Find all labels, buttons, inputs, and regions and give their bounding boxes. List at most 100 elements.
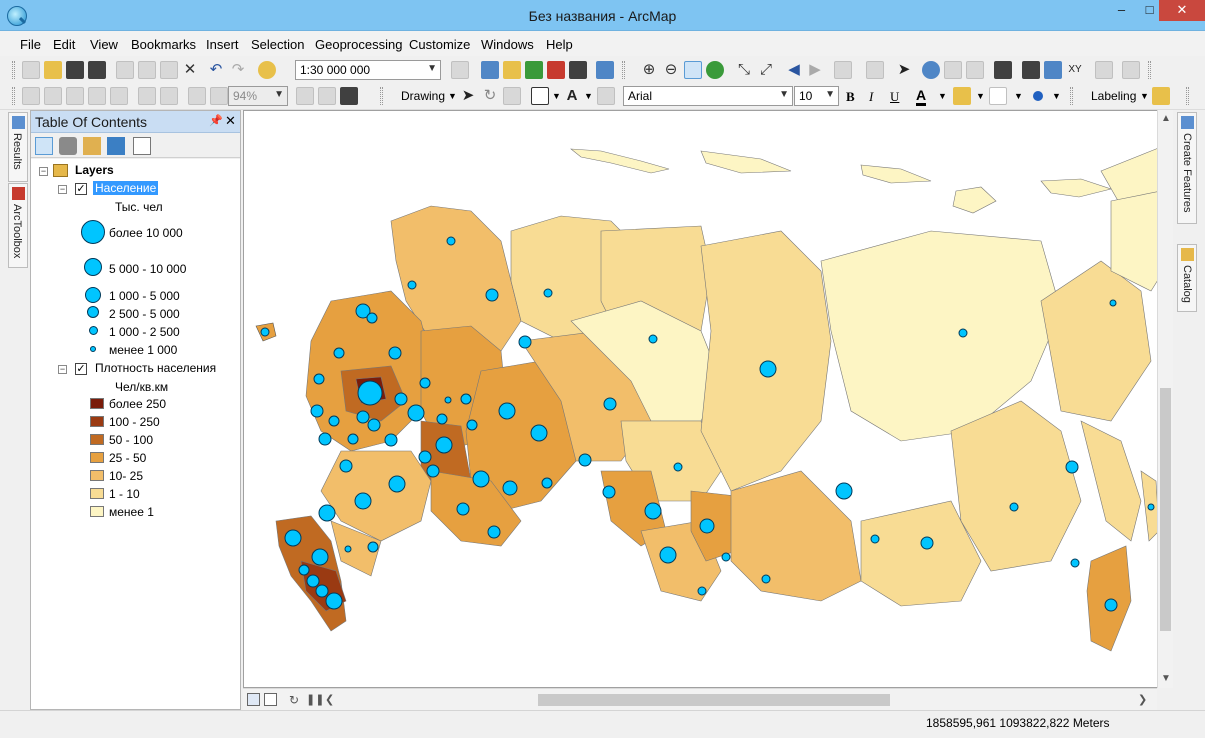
scroll-down-icon[interactable]: ▼: [1161, 673, 1171, 684]
forward-extent-icon[interactable]: ▶: [806, 61, 824, 79]
copy-icon[interactable]: [138, 61, 156, 79]
menu-bookmarks[interactable]: Bookmarks: [131, 37, 196, 52]
toggle-draft-mode-icon[interactable]: [296, 87, 314, 105]
list-by-selection-icon[interactable]: [107, 137, 125, 155]
change-layout-icon[interactable]: [340, 87, 358, 105]
open-folder-icon[interactable]: [44, 61, 62, 79]
create-features-tab[interactable]: Create Features: [1177, 112, 1197, 224]
table-of-contents-icon[interactable]: [481, 61, 499, 79]
select-elements-icon[interactable]: ➤: [895, 61, 913, 79]
list-by-drawing-order-icon[interactable]: [35, 137, 53, 155]
layout-zoom-select[interactable]: 94% ▼: [228, 86, 288, 106]
callout-icon[interactable]: [597, 87, 615, 105]
search-window-icon[interactable]: [525, 61, 543, 79]
rectangle-icon[interactable]: [531, 87, 549, 105]
print-icon[interactable]: [88, 61, 106, 79]
menu-windows[interactable]: Windows: [481, 37, 534, 52]
pan-icon[interactable]: [684, 61, 702, 79]
new-document-icon[interactable]: [22, 61, 40, 79]
collapse-icon[interactable]: −: [58, 185, 67, 194]
scroll-right-icon[interactable]: ❯: [1138, 693, 1147, 706]
layer-name-density[interactable]: Плотность населения: [95, 361, 216, 375]
rotate-icon[interactable]: ↻: [481, 87, 499, 105]
data-view-icon[interactable]: [247, 693, 260, 706]
delete-icon[interactable]: ✕: [181, 61, 199, 79]
menu-help[interactable]: Help: [546, 37, 573, 52]
chevron-down-icon[interactable]: ▼: [976, 91, 985, 101]
python-window-icon[interactable]: [569, 61, 587, 79]
previous-extent-layout-icon[interactable]: [188, 87, 206, 105]
chevron-down-icon[interactable]: ▼: [552, 91, 561, 101]
options-icon[interactable]: [133, 137, 151, 155]
layer-name-population[interactable]: Население: [93, 181, 159, 195]
find-icon[interactable]: [1022, 61, 1040, 79]
editor-toolbar-icon[interactable]: [451, 61, 469, 79]
find-route-icon[interactable]: [1044, 61, 1062, 79]
undo-icon[interactable]: ↶: [207, 61, 225, 79]
toolbar-grip[interactable]: [12, 61, 15, 79]
go-to-xy-icon[interactable]: XY: [1066, 61, 1084, 79]
menu-edit[interactable]: Edit: [53, 37, 75, 52]
collapse-icon[interactable]: −: [39, 167, 48, 176]
menu-selection[interactable]: Selection: [251, 37, 304, 52]
full-extent-icon[interactable]: [706, 61, 724, 79]
select-features-icon[interactable]: [834, 61, 852, 79]
toolbar-grip[interactable]: [380, 87, 383, 105]
map-scale-select[interactable]: 1:30 000 000 ▼: [295, 60, 441, 80]
layer-visibility-checkbox[interactable]: ✓: [75, 363, 87, 375]
save-icon[interactable]: [66, 61, 84, 79]
zoom-whole-page-icon[interactable]: [88, 87, 106, 105]
identify-icon[interactable]: [922, 61, 940, 79]
menu-file[interactable]: File: [20, 37, 41, 52]
next-extent-layout-icon[interactable]: [210, 87, 228, 105]
labeling-menu[interactable]: Labeling: [1091, 89, 1136, 103]
zoom-in-icon[interactable]: ⊕: [640, 61, 658, 79]
font-family-select[interactable]: Arial ▼: [623, 86, 793, 106]
toolbar-grip[interactable]: [1148, 61, 1151, 79]
select-elements-icon[interactable]: ➤: [459, 87, 477, 105]
layout-view-icon[interactable]: [264, 693, 277, 706]
fill-color-icon[interactable]: [953, 87, 971, 105]
back-extent-icon[interactable]: ◀: [785, 61, 803, 79]
model-builder-icon[interactable]: [596, 61, 614, 79]
chevron-down-icon[interactable]: ▼: [1052, 91, 1061, 101]
add-data-icon[interactable]: [258, 61, 276, 79]
minimize-button[interactable]: –: [1108, 0, 1135, 21]
close-icon[interactable]: ✕: [225, 114, 236, 128]
chevron-down-icon[interactable]: ▼: [1014, 91, 1023, 101]
horizontal-scroll-thumb[interactable]: [538, 694, 890, 706]
list-by-source-icon[interactable]: [59, 137, 77, 155]
layout-zoom-in-icon[interactable]: [22, 87, 40, 105]
catalog-tab[interactable]: Catalog: [1177, 244, 1197, 312]
font-size-select[interactable]: 10 ▼: [794, 86, 839, 106]
map-vertical-scrollbar[interactable]: ▲ ▼: [1157, 110, 1173, 688]
fixed-zoom-in-icon[interactable]: ⤡: [735, 61, 753, 79]
toolbar-grip[interactable]: [12, 87, 15, 105]
refresh-icon[interactable]: ↻: [289, 693, 299, 707]
label-manager-icon[interactable]: [1152, 87, 1170, 105]
time-slider-icon[interactable]: [1095, 61, 1113, 79]
chevron-down-icon[interactable]: ▼: [448, 91, 457, 101]
close-button[interactable]: ✕: [1159, 0, 1205, 21]
arctoolbox-icon[interactable]: [547, 61, 565, 79]
clear-selection-icon[interactable]: [866, 61, 884, 79]
layout-pan-icon[interactable]: [66, 87, 84, 105]
fixed-zoom-in-layout-icon[interactable]: [138, 87, 156, 105]
fixed-zoom-out-icon[interactable]: ⤢: [757, 61, 775, 79]
layout-zoom-out-icon[interactable]: [44, 87, 62, 105]
menu-customize[interactable]: Customize: [409, 37, 470, 52]
menu-view[interactable]: View: [90, 37, 118, 52]
zoom-to-selected-elements-icon[interactable]: [503, 87, 521, 105]
menu-insert[interactable]: Insert: [206, 37, 239, 52]
map-horizontal-scrollbar[interactable]: ↻ ❚❚ ❮ ❯: [243, 688, 1157, 710]
collapse-icon[interactable]: −: [58, 365, 67, 374]
scroll-up-icon[interactable]: ▲: [1161, 113, 1171, 124]
catalog-icon[interactable]: [503, 61, 521, 79]
toolbar-grip[interactable]: [622, 61, 625, 79]
data-frame-layers[interactable]: Layers: [75, 163, 114, 177]
cut-icon[interactable]: [116, 61, 134, 79]
toolbar-grip[interactable]: [1070, 87, 1073, 105]
vertical-scroll-thumb[interactable]: [1160, 388, 1171, 631]
bold-button[interactable]: B: [846, 89, 855, 105]
menu-geoprocessing[interactable]: Geoprocessing: [315, 37, 402, 52]
